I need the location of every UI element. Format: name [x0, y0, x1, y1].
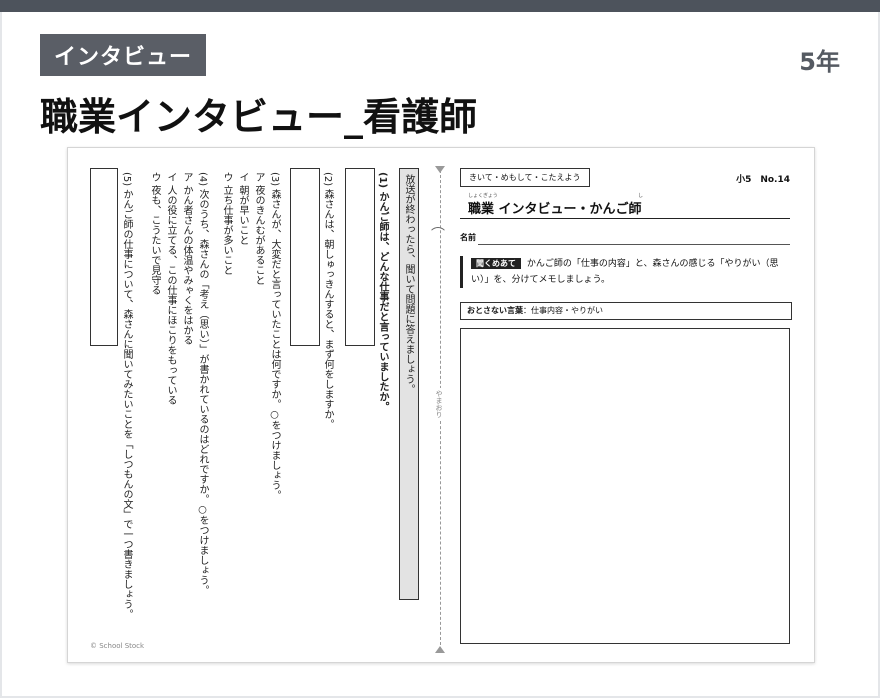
- instruction-text: 放送が終わったら、聞いて問題に答えましょう。: [403, 174, 414, 394]
- worksheet-title: 職業 インタビュー・かんご師: [468, 202, 642, 217]
- listening-goal-label: 聞くめあて: [471, 258, 521, 269]
- question-2: (2) 森さんは、朝しゅっきんすると、まず何をしますか。: [322, 172, 333, 430]
- q4-option-a: ア かん者さんの体温やみゃくをはかる: [181, 172, 192, 346]
- keyword-text: ：仕事内容・やりがい: [523, 306, 603, 315]
- category-badge: インタビュー: [40, 34, 206, 76]
- answer-box-5: [90, 168, 118, 346]
- q4-option-b: イ 人の役に立てる、この仕事にほこりをもっている: [165, 172, 176, 406]
- worksheet-preview: 放送が終わったら、聞いて問題に答えましょう。 (1) かんご師は、どんな仕事だと…: [67, 147, 815, 663]
- title-underline: [460, 218, 790, 219]
- fold-icon: ⌒: [431, 227, 445, 243]
- memo-area: [460, 328, 790, 644]
- q3-option-c: ウ 立ち仕事が多いこと: [221, 172, 232, 276]
- question-3: (3) 森さんが、大変だと言っていたことは何ですか。○をつけましょう。: [269, 172, 280, 501]
- listening-goal: 聞くめあて かんご師の「仕事の内容」と、森さんの感じる「やりがい（思い）」を、分け…: [460, 256, 791, 288]
- q3-option-b: イ 朝が早いこと: [237, 172, 248, 246]
- question-1: (1) かんご師は、どんな仕事だと言っていましたか。: [377, 172, 388, 412]
- question-5: (5) かんご師の仕事について、森さんに聞いてみたいことを「しつもんの文」で一つ…: [121, 172, 132, 620]
- fold-arrow-bottom-icon: [435, 646, 445, 653]
- top-bar: [0, 0, 880, 12]
- copyright: © School Stock: [90, 642, 145, 650]
- name-label: 名前: [460, 233, 476, 242]
- sheet-number: 小5 No.14: [736, 175, 790, 185]
- fold-label: やまおり: [434, 388, 444, 420]
- name-line: [478, 244, 790, 245]
- activity-tag: きいて・めもして・こたえよう: [460, 168, 590, 187]
- answer-box-1: [345, 168, 375, 346]
- keyword-box: おとさない言葉：仕事内容・やりがい: [460, 302, 792, 320]
- question-4: (4) 次のうち、森さんの「考え（思い）」が書かれているのはどれですか。○をつけ…: [197, 172, 208, 596]
- answer-box-2: [290, 168, 320, 346]
- grade-label: 5年: [799, 48, 840, 76]
- keyword-label: おとさない言葉: [467, 306, 523, 315]
- q3-option-a: ア 夜のきんむがあること: [253, 172, 264, 286]
- q4-option-c: ウ 夜も、こうたいで見守る: [149, 172, 160, 296]
- page-title: 職業インタビュー_看護師: [40, 95, 478, 139]
